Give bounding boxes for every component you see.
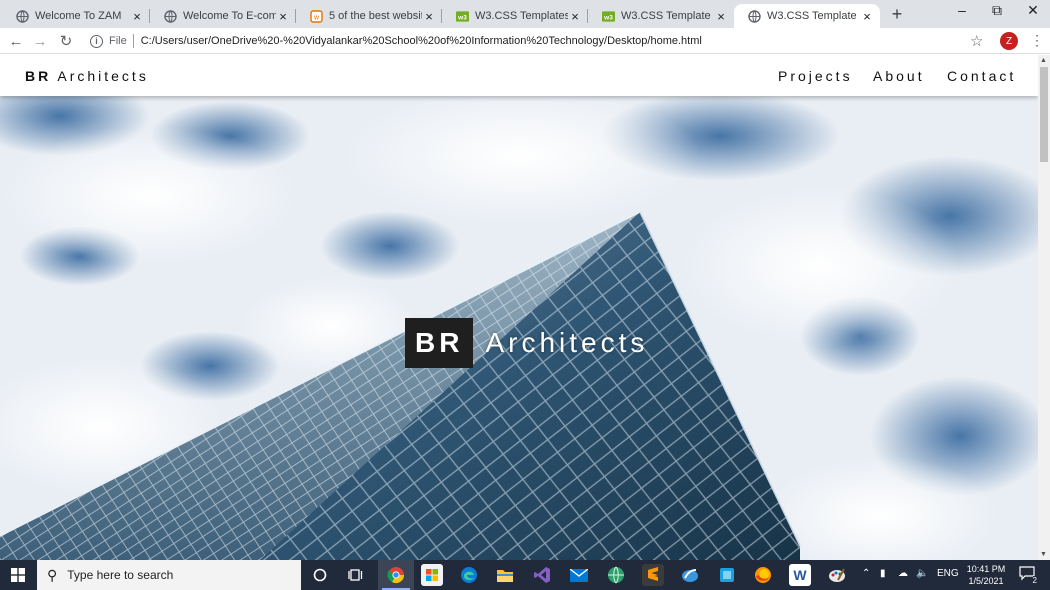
taskbar-clock[interactable]: 10:41 PM 1/5/2021 (960, 563, 1012, 587)
globe-icon (16, 9, 29, 23)
close-tab-icon[interactable]: × (568, 9, 582, 24)
close-tab-icon[interactable]: × (422, 9, 436, 24)
clock-date: 1/5/2021 (968, 576, 1004, 586)
scroll-up-icon[interactable]: ▲ (1040, 57, 1047, 64)
w3-icon: w3 (602, 10, 615, 23)
close-tab-icon[interactable]: × (714, 9, 728, 24)
tab-title: Welcome To ZAM (35, 10, 122, 22)
info-icon[interactable]: i (90, 34, 103, 48)
hero-title-light: Architects (485, 327, 649, 358)
firefox-icon[interactable] (752, 564, 774, 586)
windows-taskbar: ⚲ Type here to search W ⌃ ▮ ☁ 🔈 ENG 10:4… (0, 560, 1050, 590)
battery-icon[interactable]: ▮ (880, 568, 886, 579)
profile-avatar[interactable]: Z (1000, 32, 1018, 50)
site-brand[interactable]: BR Architects (25, 68, 149, 84)
tab-welcome-zam[interactable]: Welcome To ZAM × (2, 4, 150, 28)
nav-link-projects[interactable]: Projects (778, 68, 853, 84)
nav-link-contact[interactable]: Contact (947, 68, 1016, 84)
paint-icon[interactable] (826, 564, 848, 586)
globe-icon (748, 9, 761, 23)
page-viewport: BR Architects Projects About Contact BR … (0, 55, 1038, 560)
restore-icon[interactable]: ⧉ (980, 2, 1014, 19)
search-icon: ⚲ (47, 566, 58, 583)
reload-icon[interactable]: ↻ (56, 31, 76, 51)
brand-bold: BR (25, 68, 52, 84)
task-view-icon[interactable] (345, 564, 367, 586)
browser-toolbar: ← → ↻ i File C:/Users/user/OneDrive%20-%… (0, 28, 1050, 54)
azure-data-studio-icon[interactable] (679, 564, 701, 586)
sublime-text-icon[interactable] (642, 564, 664, 586)
svg-text:w: w (313, 14, 320, 21)
close-tab-icon[interactable]: × (276, 9, 290, 24)
hero-title: BR Architects (405, 318, 648, 368)
mail-icon[interactable] (568, 564, 590, 586)
search-placeholder: Type here to search (67, 568, 174, 582)
word-icon[interactable]: W (789, 564, 811, 586)
close-tab-icon[interactable]: × (130, 9, 144, 24)
new-tab-button[interactable]: + (887, 4, 907, 25)
nav-link-about[interactable]: About (873, 68, 925, 84)
taskbar-search-box[interactable]: ⚲ Type here to search (37, 560, 301, 590)
tab-title: W3.CSS Template (767, 10, 857, 22)
bookmark-star-icon[interactable]: ☆ (970, 32, 983, 50)
address-bar[interactable]: i File C:/Users/user/OneDrive%20-%20Vidy… (84, 30, 984, 52)
tab-title: Welcome To E-commer (183, 10, 276, 22)
volume-icon[interactable]: 🔈 (916, 568, 928, 579)
tab-title: W3.CSS Templates (475, 10, 568, 22)
store-icon[interactable] (421, 564, 443, 586)
onedrive-icon[interactable]: ☁ (898, 568, 908, 579)
website-icon: w (310, 9, 323, 23)
tray-chevron-icon[interactable]: ⌃ (862, 568, 870, 579)
notification-center[interactable]: 2 (1017, 565, 1037, 585)
scroll-down-icon[interactable]: ▼ (1040, 551, 1047, 558)
edge-icon[interactable] (458, 564, 480, 586)
tab-w3css-template-active[interactable]: W3.CSS Template × (734, 4, 880, 28)
tab-best-website[interactable]: w 5 of the best website de × (296, 4, 442, 28)
tab-welcome-ecommerce[interactable]: Welcome To E-commer × (150, 4, 296, 28)
browser-tab-strip: Welcome To ZAM × Welcome To E-commer × w… (0, 0, 1050, 28)
tab-title: 5 of the best website de (329, 10, 422, 22)
cortana-icon[interactable] (309, 564, 331, 586)
chrome-icon[interactable] (385, 564, 407, 586)
notification-count: 2 (1032, 576, 1037, 585)
address-scheme-label: File (109, 35, 127, 47)
brand-rest: Architects (57, 68, 149, 84)
language-indicator[interactable]: ENG (937, 568, 959, 579)
svg-text:w3: w3 (603, 14, 613, 21)
site-navbar: BR Architects Projects About Contact (0, 55, 1038, 96)
clock-time: 10:41 PM (966, 564, 1006, 574)
address-divider (132, 34, 134, 48)
scrollbar-thumb[interactable] (1040, 67, 1048, 162)
forward-arrow-icon[interactable]: → (30, 31, 50, 51)
windows-start-icon[interactable] (0, 560, 36, 590)
close-window-icon[interactable]: ✕ (1016, 2, 1050, 19)
back-arrow-icon[interactable]: ← (6, 31, 26, 51)
hero-title-bold: BR (405, 318, 474, 368)
file-explorer-icon[interactable] (494, 564, 516, 586)
globe-icon (164, 9, 177, 23)
page-scrollbar[interactable]: ▲ ▼ (1038, 55, 1050, 560)
visual-studio-icon[interactable] (531, 564, 553, 586)
close-tab-icon[interactable]: × (860, 9, 874, 24)
globe-app-icon[interactable] (605, 564, 627, 586)
hero-banner: BR Architects (0, 96, 1038, 560)
minimize-icon[interactable]: – (945, 2, 979, 18)
address-url[interactable]: C:/Users/user/OneDrive%20-%20Vidyalankar… (141, 35, 702, 47)
w3-icon: w3 (456, 10, 469, 23)
tab-w3css-template[interactable]: w3 W3.CSS Template × (588, 4, 734, 28)
tab-title: W3.CSS Template (621, 10, 711, 22)
tab-w3css-templates[interactable]: w3 W3.CSS Templates × (442, 4, 588, 28)
svg-text:w3: w3 (457, 14, 467, 21)
browser-menu-icon[interactable]: ⋮ (1030, 32, 1044, 49)
3d-app-icon[interactable] (716, 564, 738, 586)
